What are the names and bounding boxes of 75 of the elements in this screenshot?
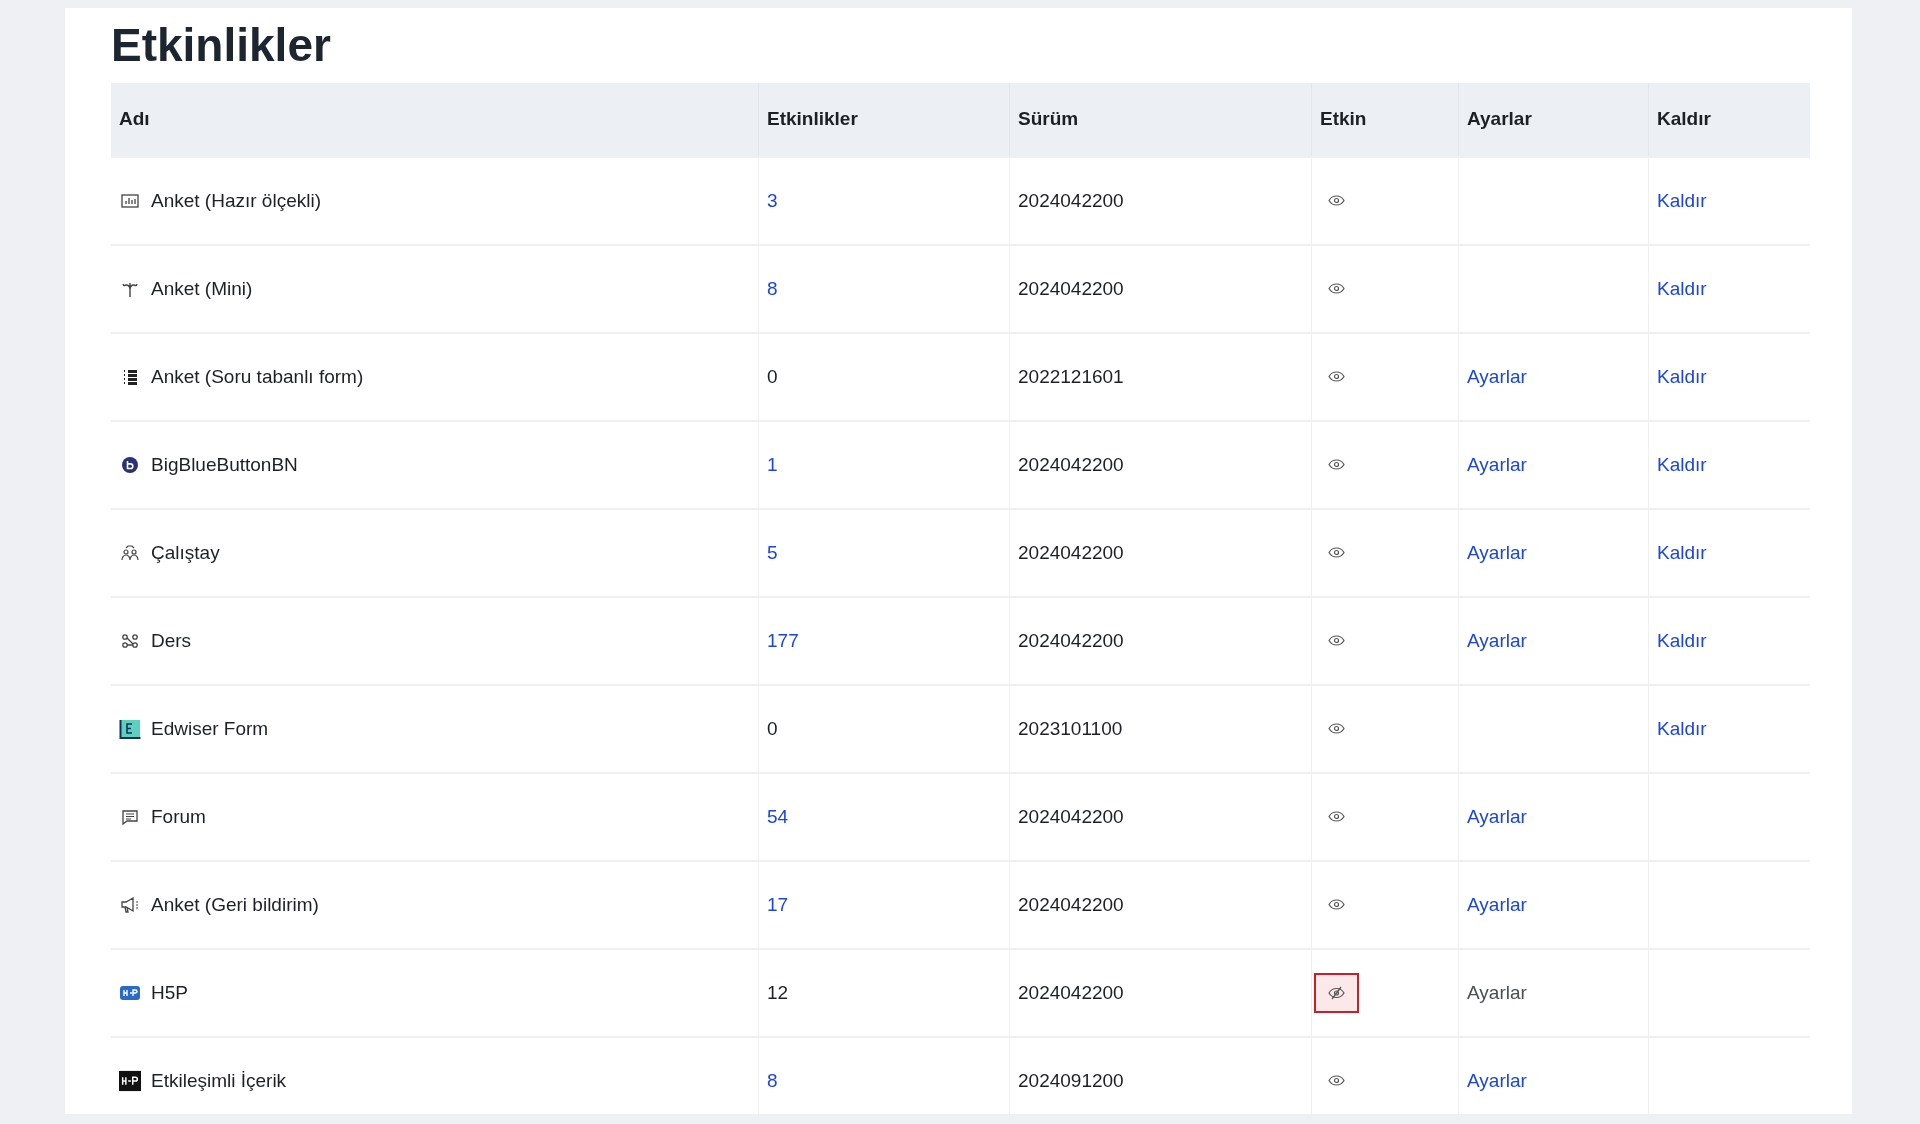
activity-count-link[interactable]: 177 [767,629,799,651]
activity-count-link[interactable]: 8 [767,1069,778,1091]
activity-count-link[interactable]: 5 [767,541,778,563]
people-group-icon [119,543,141,562]
settings-link[interactable]: Ayarlar [1467,629,1527,651]
eye-icon [1328,811,1345,823]
settings-link[interactable]: Ayarlar [1467,805,1527,827]
visibility-toggle[interactable] [1314,972,1359,1013]
nodes-icon [119,632,141,649]
settings-link[interactable]: Ayarlar [1467,365,1527,387]
activity-count-link[interactable]: 1 [767,453,778,475]
eye-icon [1328,899,1345,911]
activity-name: Anket (Hazır ölçekli) [151,189,321,212]
activity-count: 0 [767,365,778,387]
activity-count: 12 [767,981,789,1003]
eye-icon [1328,195,1345,207]
column-header: Kaldır [1657,108,1711,130]
version-number: 2024042200 [1018,541,1124,563]
eye-slash-icon [1328,985,1345,1000]
remove-link[interactable]: Kaldır [1657,277,1707,299]
settings-link[interactable]: Ayarlar [1467,893,1527,915]
remove-link[interactable]: Kaldır [1657,717,1707,739]
column-header: Ayarlar [1467,108,1532,130]
version-number: 2024042200 [1018,453,1124,475]
activity-name: BigBlueButtonBN [151,453,298,476]
eye-icon [1328,459,1345,471]
h5p-logo-icon [119,985,141,1000]
eye-icon [1328,635,1345,647]
version-number: 2024042200 [1018,893,1124,915]
activity-name: Anket (Soru tabanlı form) [151,365,364,388]
activity-name: Forum [151,805,206,828]
h5p-logo-icon [119,1069,141,1092]
activity-name: H5P [151,981,188,1004]
eye-icon [1328,1075,1345,1087]
remove-link[interactable]: Kaldır [1657,541,1707,563]
bar-chart-icon [119,192,141,209]
settings-link[interactable]: Ayarlar [1467,1069,1527,1091]
version-number: 2024042200 [1018,629,1124,651]
megaphone-icon [119,895,141,914]
eye-icon [1328,283,1345,295]
eye-icon [1328,371,1345,383]
remove-link[interactable]: Kaldır [1657,365,1707,387]
version-number: 2024042200 [1018,981,1124,1003]
activity-name: Anket (Mini) [151,277,253,300]
version-number: 2022121601 [1018,365,1124,387]
activity-name: Anket (Geri bildirim) [151,893,319,916]
version-number: 2024042200 [1018,805,1124,827]
remove-link[interactable]: Kaldır [1657,629,1707,651]
settings-link[interactable]: Ayarlar [1467,453,1527,475]
column-header: Sürüm [1018,108,1079,130]
activity-name: Ders [151,629,192,652]
settings-link[interactable]: Ayarlar [1467,541,1527,563]
column-header: Etkinlikler [767,108,858,130]
version-number: 2023101100 [1018,717,1123,739]
letter-b-logo-icon [119,456,141,473]
activity-count-link[interactable]: 8 [767,277,778,299]
activity-count-link[interactable]: 3 [767,189,778,211]
version-number: 2024091200 [1018,1069,1124,1091]
activity-count-link[interactable]: 17 [767,893,789,915]
chat-bubble-icon [119,807,141,826]
letter-e-logo-icon [119,718,141,739]
column-header: Etkin [1320,108,1367,130]
activity-count: 0 [767,717,778,739]
activity-name: Etkileşimli İçerik [151,1069,287,1092]
remove-link[interactable]: Kaldır [1657,189,1707,211]
remove-link[interactable]: Kaldır [1657,453,1707,475]
eye-icon [1328,547,1345,559]
activity-name: Çalıştay [151,541,220,564]
version-number: 2024042200 [1018,277,1124,299]
activity-count-link[interactable]: 54 [767,805,789,827]
activity-name: Edwiser Form [151,717,269,740]
eye-icon [1328,723,1345,735]
page-title: Etkinlikler [111,18,332,73]
column-header: Adı [119,108,150,130]
version-number: 2024042200 [1018,189,1124,211]
